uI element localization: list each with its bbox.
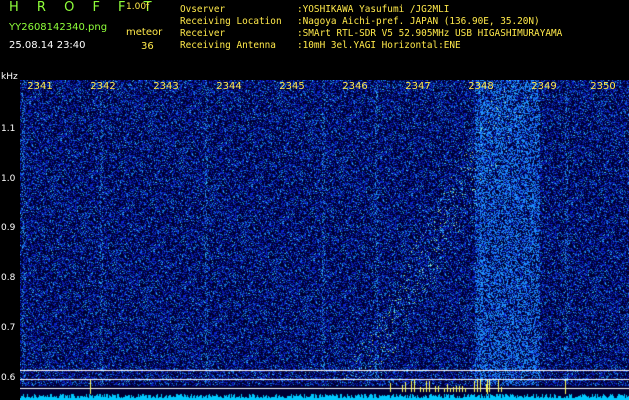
y-axis-label: kHz: [1, 72, 18, 82]
x-tick-label: 2342: [90, 81, 116, 92]
y-tick-label: 0.9: [1, 223, 16, 233]
y-tick-label: 1.1: [1, 124, 16, 134]
y-tick-label: 0.8: [1, 273, 16, 283]
info-row-receiver: Receiver :SMArt RTL-SDR V5 52.905MHz USB …: [180, 28, 562, 39]
info-value: :YOSHIKAWA Yasufumi /JG2MLI: [297, 4, 450, 15]
info-value: :Nagoya Aichi-pref. JAPAN (136.90E, 35.2…: [297, 16, 540, 27]
x-tick-label: 2347: [405, 81, 431, 92]
count-value: 36: [141, 41, 154, 52]
y-tick-label: 0.6: [1, 373, 16, 383]
info-row-observer: Ovserver :YOSHIKAWA Yasufumi /JG2MLI: [180, 4, 449, 15]
x-tick-label: 2348: [468, 81, 494, 92]
info-label: Receiving Antenna: [180, 40, 276, 51]
spectrogram-canvas: [20, 80, 629, 400]
info-row-location: Receiving Location :Nagoya Aichi-pref. JA…: [180, 16, 540, 27]
app-version: 1.00f: [126, 2, 150, 12]
info-label: Receiver: [180, 28, 226, 39]
file-name: YY2608142340.png: [9, 22, 108, 33]
info-label: Receiving Location: [180, 16, 282, 27]
info-row-antenna: Receiving Antenna :10mH 3el.YAGI Horizont…: [180, 40, 461, 51]
info-value: :10mH 3el.YAGI Horizontal:ENE: [297, 40, 461, 51]
y-tick-label: 1.0: [1, 174, 16, 184]
x-tick-label: 2341: [27, 81, 53, 92]
x-tick-label: 2344: [216, 81, 242, 92]
info-value: :SMArt RTL-SDR V5 52.905MHz USB HIGASHIM…: [297, 28, 563, 39]
timestamp: 25.08.14 23:40: [9, 40, 86, 51]
x-tick-label: 2346: [342, 81, 368, 92]
info-label: Ovserver: [180, 4, 226, 15]
x-tick-label: 2345: [279, 81, 305, 92]
x-tick-label: 2349: [531, 81, 557, 92]
spectrogram-plot: [20, 80, 629, 400]
x-tick-label: 2350: [590, 81, 616, 92]
y-tick-label: 0.7: [1, 323, 16, 333]
mode-label: meteor: [126, 27, 163, 38]
x-tick-label: 2343: [153, 81, 179, 92]
